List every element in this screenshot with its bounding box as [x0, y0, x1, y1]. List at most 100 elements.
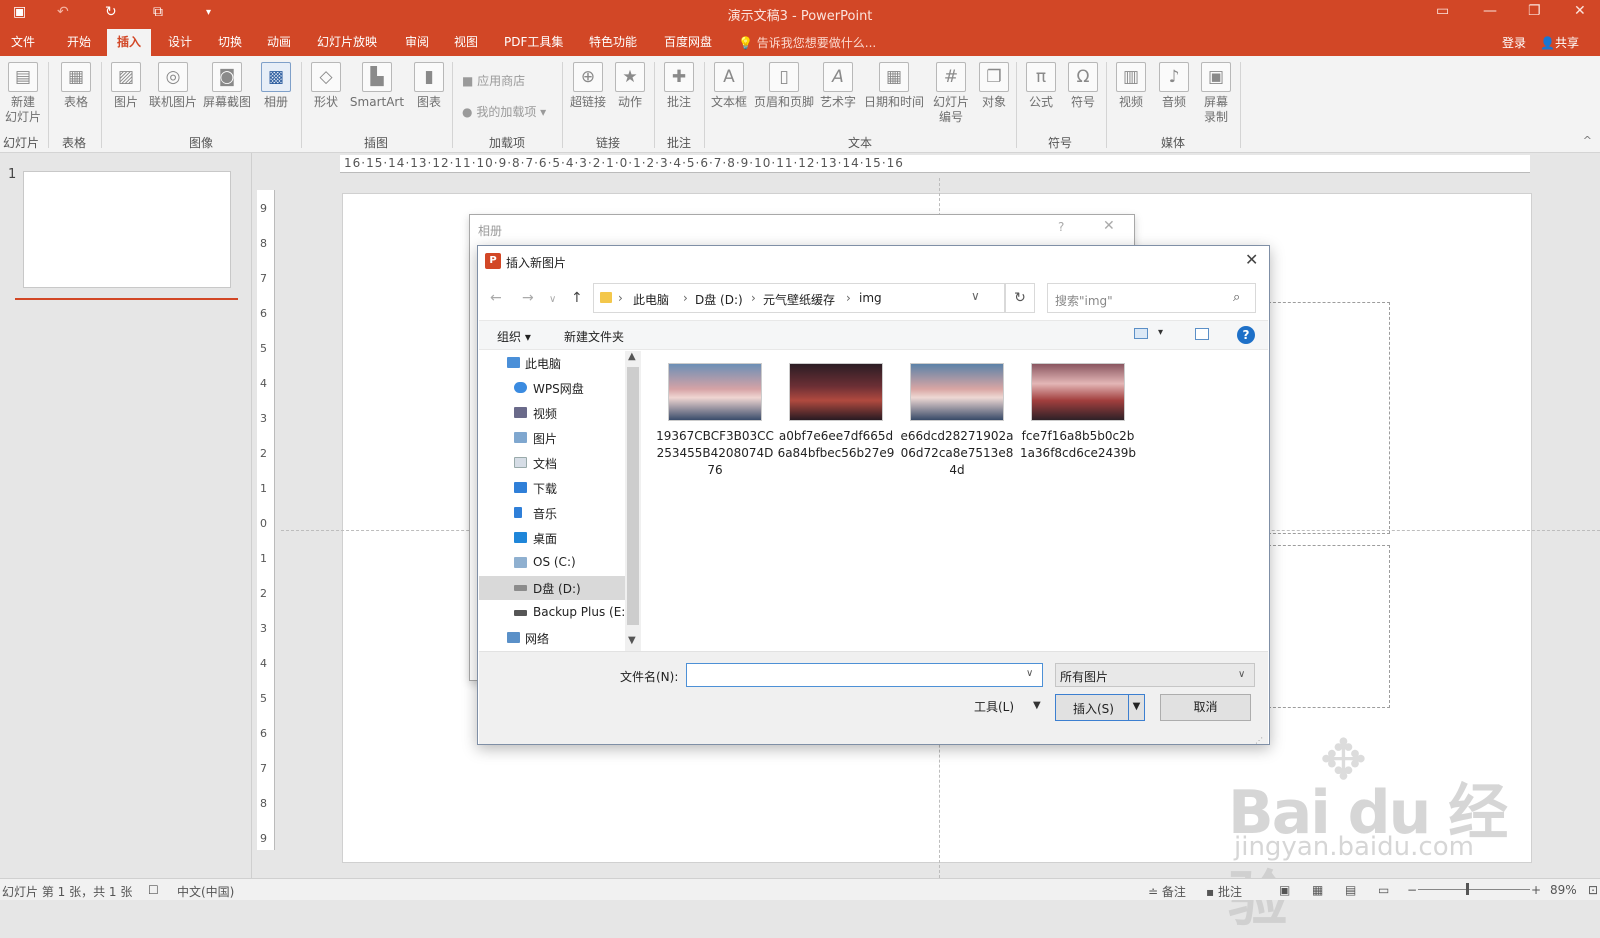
- picture-button[interactable]: ▨ 图片: [108, 62, 144, 110]
- refresh-button[interactable]: ↻: [1005, 283, 1035, 313]
- tree-item-this-pc[interactable]: 此电脑: [479, 351, 625, 375]
- object-button[interactable]: ❐ 对象: [976, 62, 1012, 110]
- cancel-button[interactable]: 取消: [1160, 694, 1251, 721]
- header-footer-button[interactable]: ▯ 页眉和页脚: [752, 62, 816, 110]
- title-placeholder[interactable]: [1268, 302, 1390, 534]
- audio-button[interactable]: ♪ 音频: [1156, 62, 1192, 110]
- close-icon[interactable]: ✕: [1245, 250, 1258, 269]
- symbol-button[interactable]: Ω 符号: [1065, 62, 1101, 110]
- date-time-button[interactable]: ▦ 日期和时间: [861, 62, 927, 110]
- spellcheck-icon[interactable]: ☐: [148, 883, 159, 897]
- back-icon[interactable]: ←: [490, 290, 502, 306]
- file-item[interactable]: e66dcd28271902a06d72ca8e7513e84d: [898, 363, 1016, 479]
- chevron-down-icon[interactable]: ∨: [971, 289, 980, 303]
- scroll-down-icon[interactable]: ▼: [628, 635, 636, 646]
- file-item[interactable]: fce7f16a8b5b0c2b1a36f8cd6ce2439b: [1019, 363, 1137, 462]
- forward-icon[interactable]: →: [522, 290, 534, 306]
- filetype-select[interactable]: 所有图片 ∨: [1055, 663, 1255, 687]
- notes-button[interactable]: ≐ 备注: [1148, 883, 1186, 900]
- slide-number-button[interactable]: # 幻灯片 编号: [929, 62, 973, 125]
- equation-button[interactable]: π 公式: [1023, 62, 1059, 110]
- hyperlink-button[interactable]: ⊕ 超链接: [568, 62, 608, 110]
- maximize-icon[interactable]: ❐: [1528, 3, 1541, 19]
- tree-item-documents[interactable]: 文档: [479, 451, 625, 475]
- close-icon[interactable]: ✕: [1103, 218, 1115, 234]
- slideshow-view-icon[interactable]: ▭: [1378, 883, 1389, 897]
- reading-view-icon[interactable]: ▤: [1345, 883, 1356, 897]
- subtitle-placeholder[interactable]: [1268, 545, 1390, 708]
- zoom-slider-thumb[interactable]: [1466, 883, 1469, 895]
- tools-menu[interactable]: 工具(L): [974, 698, 1014, 715]
- slide-sorter-icon[interactable]: ▦: [1312, 883, 1323, 897]
- tab-animations[interactable]: 动画: [267, 33, 291, 50]
- tree-scrollbar[interactable]: ▲ ▼: [625, 351, 641, 651]
- tree-item-music[interactable]: 音乐: [479, 501, 625, 525]
- collapse-ribbon-icon[interactable]: ^: [1583, 134, 1592, 147]
- action-button[interactable]: ★ 动作: [612, 62, 648, 110]
- slide-thumbnail[interactable]: [23, 171, 231, 288]
- tab-file[interactable]: 文件: [11, 33, 35, 50]
- screen-record-button[interactable]: ▣ 屏幕 录制: [1198, 62, 1234, 125]
- chevron-down-icon[interactable]: ▾: [1158, 327, 1163, 338]
- breadcrumb-d-drive[interactable]: D盘 (D:): [695, 291, 743, 308]
- tab-view[interactable]: 视图: [454, 33, 478, 50]
- shapes-button[interactable]: ◇ 形状: [308, 62, 344, 110]
- login-link[interactable]: 登录: [1502, 34, 1526, 51]
- address-bar[interactable]: › 此电脑 › D盘 (D:) › 元气壁纸缓存 › img ∨: [593, 283, 1005, 313]
- screenshot-button[interactable]: ◙ 屏幕截图: [201, 62, 253, 110]
- tree-item-backup-plus[interactable]: Backup Plus (E:): [479, 601, 625, 625]
- chevron-down-icon[interactable]: ▼: [1033, 700, 1041, 711]
- language[interactable]: 中文(中国): [177, 883, 234, 900]
- minimize-icon[interactable]: —: [1483, 3, 1497, 19]
- close-icon[interactable]: ✕: [1574, 3, 1586, 19]
- album-button[interactable]: ▩ 相册: [258, 62, 294, 110]
- breadcrumb-this-pc[interactable]: 此电脑: [633, 291, 669, 308]
- tell-me-search[interactable]: 💡 告诉我您想要做什么...: [738, 34, 876, 51]
- online-picture-button[interactable]: ◎ 联机图片: [147, 62, 199, 110]
- filename-input[interactable]: ∨: [686, 663, 1043, 687]
- share-button[interactable]: 👤共享: [1540, 34, 1579, 51]
- scroll-up-icon[interactable]: ▲: [628, 351, 636, 362]
- zoom-in-icon[interactable]: +: [1531, 883, 1541, 897]
- wordart-button[interactable]: A 艺术字: [818, 62, 858, 110]
- insert-button[interactable]: 插入(S) ▼: [1055, 694, 1145, 721]
- file-item[interactable]: a0bf7e6ee7df665d6a84bfbec56b27e9: [777, 363, 895, 462]
- tab-insert[interactable]: 插入: [107, 29, 152, 56]
- view-options-icon[interactable]: [1134, 328, 1148, 339]
- smartart-button[interactable]: ▙ SmartArt: [348, 62, 406, 110]
- preview-pane-icon[interactable]: [1195, 328, 1209, 340]
- tree-item-d-drive[interactable]: D盘 (D:): [479, 576, 625, 600]
- video-button[interactable]: ▥ 视频: [1113, 62, 1149, 110]
- my-addins-button[interactable]: ● 我的加载项 ▾: [462, 103, 546, 120]
- breadcrumb-img[interactable]: img: [859, 291, 882, 305]
- tab-baidu-disk[interactable]: 百度网盘: [664, 33, 712, 50]
- tab-home[interactable]: 开始: [67, 33, 91, 50]
- chevron-down-icon[interactable]: ∨: [1026, 668, 1033, 679]
- file-item[interactable]: 19367CBCF3B03CC253455B4208074D76: [656, 363, 774, 479]
- tab-special[interactable]: 特色功能: [589, 33, 637, 50]
- help-icon[interactable]: ?: [1058, 220, 1064, 234]
- comments-button[interactable]: ▪ 批注: [1206, 883, 1242, 900]
- search-input[interactable]: 搜索"img" ⌕: [1047, 283, 1256, 313]
- scroll-thumb[interactable]: [627, 367, 639, 625]
- tab-slideshow[interactable]: 幻灯片放映: [317, 33, 377, 50]
- table-button[interactable]: ▦ 表格: [58, 62, 94, 110]
- breadcrumb-wallpaper-cache[interactable]: 元气壁纸缓存: [763, 291, 835, 308]
- zoom-level[interactable]: 89%: [1550, 883, 1577, 897]
- zoom-slider[interactable]: [1418, 889, 1530, 890]
- tree-item-downloads[interactable]: 下载: [479, 476, 625, 500]
- tree-item-videos[interactable]: 视频: [479, 401, 625, 425]
- tab-review[interactable]: 审阅: [405, 33, 429, 50]
- tree-item-desktop[interactable]: 桌面: [479, 526, 625, 550]
- up-icon[interactable]: ↑: [571, 290, 583, 306]
- chart-button[interactable]: ▮ 图表: [411, 62, 447, 110]
- ribbon-display-icon[interactable]: ▭: [1436, 3, 1449, 19]
- new-slide-button[interactable]: ▤ 新建 幻灯片: [3, 62, 43, 125]
- fit-slide-icon[interactable]: ⊡: [1588, 883, 1598, 897]
- textbox-button[interactable]: A 文本框: [709, 62, 749, 110]
- zoom-out-icon[interactable]: −: [1407, 883, 1417, 897]
- tab-pdf-tools[interactable]: PDF工具集: [504, 33, 563, 50]
- comment-button[interactable]: ✚ 批注: [661, 62, 697, 110]
- help-icon[interactable]: ?: [1237, 326, 1255, 344]
- recent-chevron-icon[interactable]: ∨: [549, 294, 556, 305]
